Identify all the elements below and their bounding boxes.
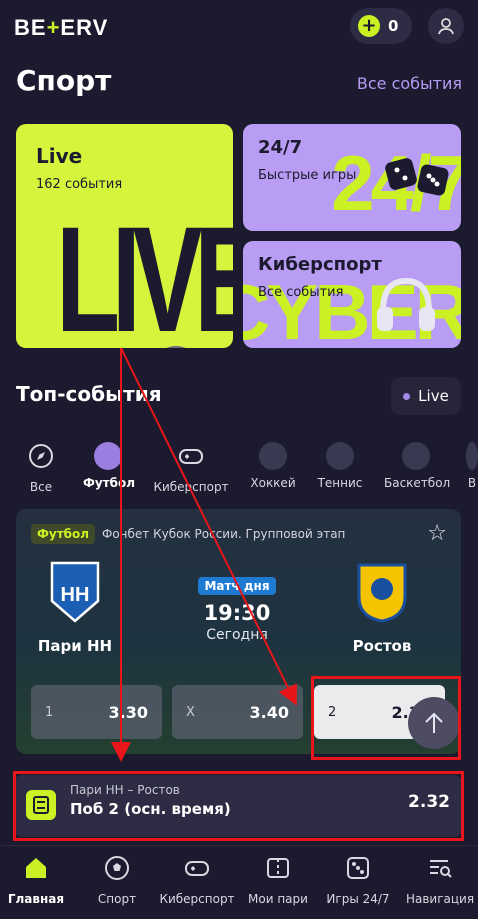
profile-button[interactable] bbox=[428, 8, 464, 44]
sport-tab-label: Баскетбол bbox=[384, 476, 451, 490]
annotation-box-odds bbox=[311, 676, 461, 760]
nav-label: Киберспорт bbox=[159, 892, 235, 906]
soccer-ball-icon bbox=[94, 442, 122, 470]
sport-tab-all[interactable]: Все bbox=[22, 442, 60, 494]
sport-tab-basketball[interactable]: Баскетбол bbox=[384, 442, 451, 490]
nav-item-esports[interactable]: Киберспорт bbox=[157, 854, 237, 906]
odds-value: 3.40 bbox=[249, 702, 289, 722]
home-team: HH Пари НН bbox=[20, 561, 130, 655]
nav-label: Навигация bbox=[405, 892, 475, 906]
sport-tab-label: В bbox=[467, 476, 477, 490]
dice-icon bbox=[385, 158, 449, 196]
live-filter-label: Live bbox=[418, 387, 449, 405]
match-info: Матч дня 19:30 Сегодня bbox=[187, 575, 287, 643]
match-of-day-badge: Матч дня bbox=[198, 577, 276, 595]
odds-button-draw[interactable]: X 3.40 bbox=[172, 685, 303, 739]
bottom-nav: Главная Спорт Киберспорт Мои пари Игры 2… bbox=[0, 845, 478, 919]
compass-icon bbox=[29, 444, 53, 468]
live-tile-count: 162 события bbox=[36, 177, 123, 192]
svg-text:HH: HH bbox=[61, 584, 90, 606]
ticket-icon bbox=[267, 858, 289, 878]
sport-tab-label: Теннис bbox=[317, 476, 363, 490]
fast-games-tile[interactable]: 24/7 24/7 Быстрые игры bbox=[243, 124, 461, 231]
nav-label: Игры 24/7 bbox=[326, 892, 390, 906]
gamepad-icon bbox=[179, 449, 203, 464]
basketball-icon bbox=[402, 442, 430, 470]
brand-logo[interactable]: BE+ERV bbox=[14, 15, 108, 41]
odds-key: X bbox=[186, 704, 195, 720]
tennis-ball-icon bbox=[326, 442, 354, 470]
all-events-link[interactable]: Все события bbox=[357, 74, 462, 93]
match-time: 19:30 bbox=[203, 601, 271, 625]
home-icon bbox=[26, 858, 46, 878]
nav-item-navigation[interactable]: Навигация bbox=[400, 854, 478, 906]
odds-value: 3.30 bbox=[108, 702, 148, 722]
live-tile[interactable]: LIVE Live 162 события bbox=[16, 124, 233, 348]
rostov-logo-icon bbox=[357, 563, 407, 623]
esports-tile[interactable]: CYBER Киберспорт Все события bbox=[243, 241, 461, 348]
sport-tab-label: Киберспорт bbox=[153, 480, 229, 494]
annotation-box-slip bbox=[13, 771, 464, 841]
live-dot-icon bbox=[403, 392, 411, 400]
headphones-icon bbox=[377, 277, 435, 331]
nav-item-sport[interactable]: Спорт bbox=[77, 854, 157, 906]
sport-tab-esports[interactable]: Киберспорт bbox=[153, 442, 229, 494]
odds-button-home[interactable]: 1 3.30 bbox=[31, 685, 162, 739]
balance-value: 0 bbox=[388, 17, 399, 35]
nav-item-home[interactable]: Главная bbox=[0, 854, 76, 906]
live-tile-title: Live bbox=[36, 144, 83, 168]
home-team-name: Пари НН bbox=[37, 637, 113, 655]
live-filter-button[interactable]: Live bbox=[391, 377, 461, 415]
hockey-puck-icon bbox=[259, 442, 287, 470]
nav-label: Мои пари bbox=[248, 892, 308, 906]
away-team: Ростов bbox=[327, 561, 437, 655]
sport-tab-hockey[interactable]: Хоккей bbox=[248, 442, 298, 490]
page-title: Спорт bbox=[16, 64, 112, 97]
menu-search-icon bbox=[430, 860, 452, 878]
balance-button[interactable]: + 0 bbox=[350, 8, 412, 44]
favorite-star-icon[interactable]: ☆ bbox=[427, 521, 447, 546]
gamepad-icon bbox=[185, 861, 209, 876]
esports-sub: Все события bbox=[258, 285, 344, 300]
sport-tab-tennis[interactable]: Теннис bbox=[316, 442, 364, 490]
sport-tab-football[interactable]: Футбол bbox=[83, 442, 136, 490]
nav-item-my-bets[interactable]: Мои пари bbox=[238, 854, 318, 906]
soccer-ball-icon bbox=[105, 856, 129, 880]
sport-badge: Футбол bbox=[31, 524, 96, 544]
top-events-title: Топ-события bbox=[16, 382, 162, 406]
match-day: Сегодня bbox=[206, 627, 268, 643]
pari-nn-logo-icon: HH bbox=[50, 561, 100, 623]
plus-icon: + bbox=[358, 15, 380, 37]
nav-label: Главная bbox=[7, 892, 65, 906]
sport-tab-truncated[interactable]: В bbox=[466, 442, 478, 490]
microphone-icon bbox=[166, 346, 186, 348]
sport-tab-label: Хоккей bbox=[250, 476, 296, 490]
sport-generic-icon bbox=[466, 442, 478, 470]
sport-filter-bar: Все Футбол Киберспорт Хоккей Теннис Баск… bbox=[0, 442, 478, 498]
dice-icon bbox=[347, 857, 369, 879]
fast-games-sub: Быстрые игры bbox=[258, 168, 357, 183]
sport-tab-label: Все bbox=[29, 480, 53, 494]
user-icon bbox=[438, 18, 454, 35]
league-name: Фонбет Кубок России. Групповой этап bbox=[102, 527, 346, 541]
nav-label: Спорт bbox=[97, 892, 137, 906]
sport-tab-label: Футбол bbox=[83, 476, 136, 490]
nav-item-games[interactable]: Игры 24/7 bbox=[318, 854, 398, 906]
fast-games-title: 24/7 bbox=[258, 137, 303, 158]
esports-title: Киберспорт bbox=[258, 254, 382, 275]
away-team-name: Ростов bbox=[352, 637, 412, 655]
odds-key: 1 bbox=[45, 704, 54, 720]
